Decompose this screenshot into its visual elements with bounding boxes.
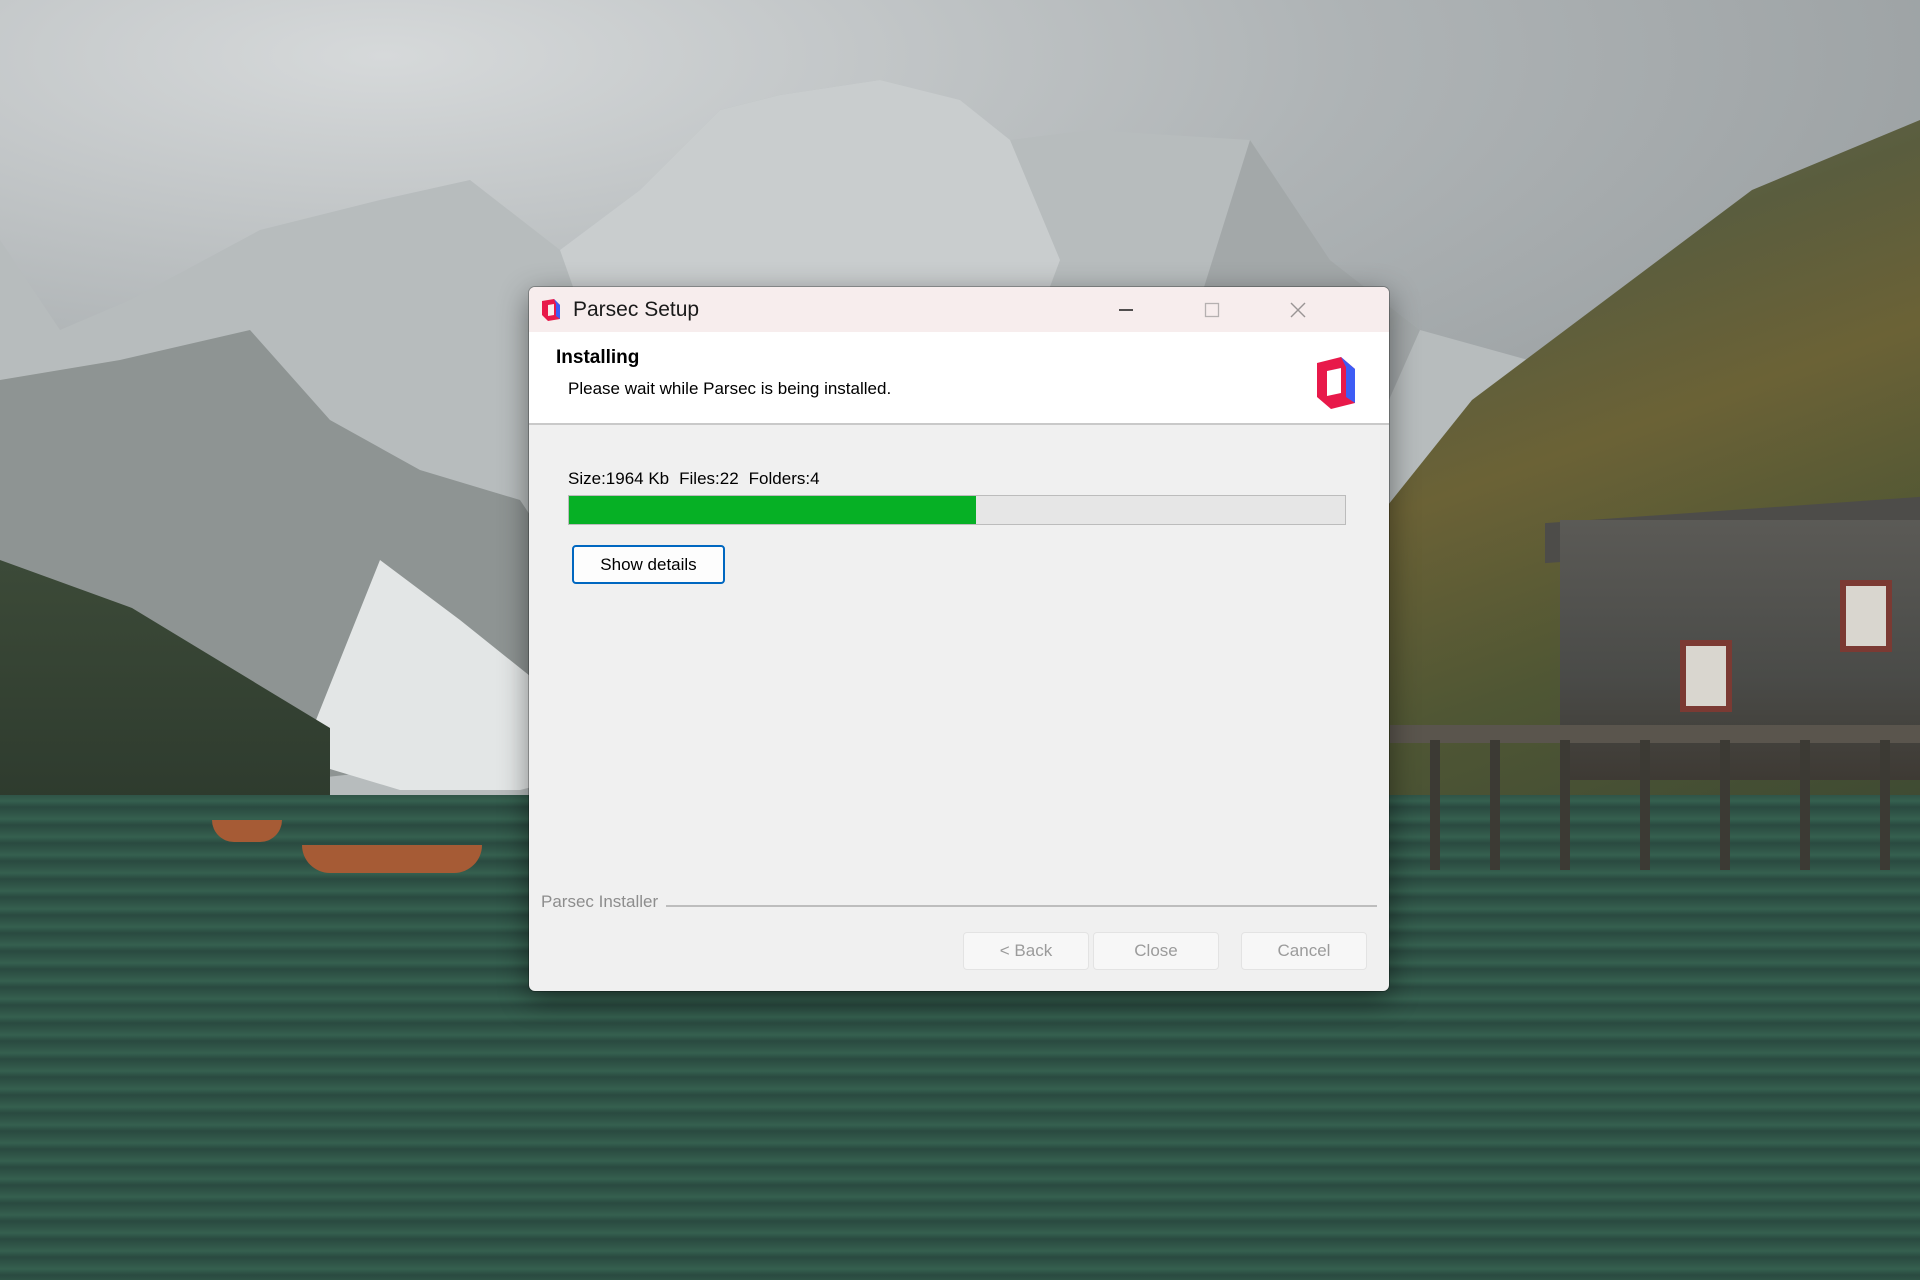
installer-group-label: Parsec Installer xyxy=(541,892,667,912)
close-icon xyxy=(1290,302,1306,317)
pier-post xyxy=(1880,740,1890,870)
install-stats: Size:1964 Kb Files:22 Folders:4 xyxy=(568,469,830,489)
parsec-logo-icon xyxy=(542,299,560,321)
window-title: Parsec Setup xyxy=(573,298,700,321)
pier xyxy=(1390,725,1920,743)
install-progress-bar xyxy=(568,495,1346,525)
parsec-logo-icon xyxy=(1317,357,1355,409)
progress-fill xyxy=(569,496,977,524)
cancel-button[interactable]: Cancel xyxy=(1241,932,1367,970)
install-size: Size:1964 Kb xyxy=(568,469,670,488)
rowboat xyxy=(212,820,282,842)
pier-post xyxy=(1430,740,1440,870)
pier-post xyxy=(1640,740,1650,870)
back-button[interactable]: < Back xyxy=(963,932,1089,970)
maximize-button[interactable] xyxy=(1169,287,1255,332)
pier-post xyxy=(1560,740,1570,870)
divider xyxy=(541,905,1377,907)
rowboat xyxy=(302,845,482,873)
pier-post xyxy=(1490,740,1500,870)
close-window-button[interactable] xyxy=(1255,287,1341,332)
boathouse-window xyxy=(1680,640,1732,712)
pier-post xyxy=(1720,740,1730,870)
install-folders: Folders:4 xyxy=(748,469,820,488)
page-header: Installing Please wait while Parsec is b… xyxy=(529,332,1389,425)
pier-post xyxy=(1800,740,1810,870)
minimize-button[interactable] xyxy=(1083,287,1169,332)
title-bar[interactable]: Parsec Setup xyxy=(529,287,1389,332)
page-title: Installing xyxy=(556,347,640,368)
page-subtitle: Please wait while Parsec is being instal… xyxy=(568,379,892,398)
show-details-button[interactable]: Show details xyxy=(572,545,725,584)
minimize-icon xyxy=(1119,308,1133,311)
install-files: Files:22 xyxy=(679,469,739,488)
boathouse-window xyxy=(1840,580,1892,652)
setup-dialog: Parsec Setup Installing Please wait whil… xyxy=(529,287,1389,991)
close-button[interactable]: Close xyxy=(1093,932,1219,970)
maximize-icon xyxy=(1204,302,1220,317)
